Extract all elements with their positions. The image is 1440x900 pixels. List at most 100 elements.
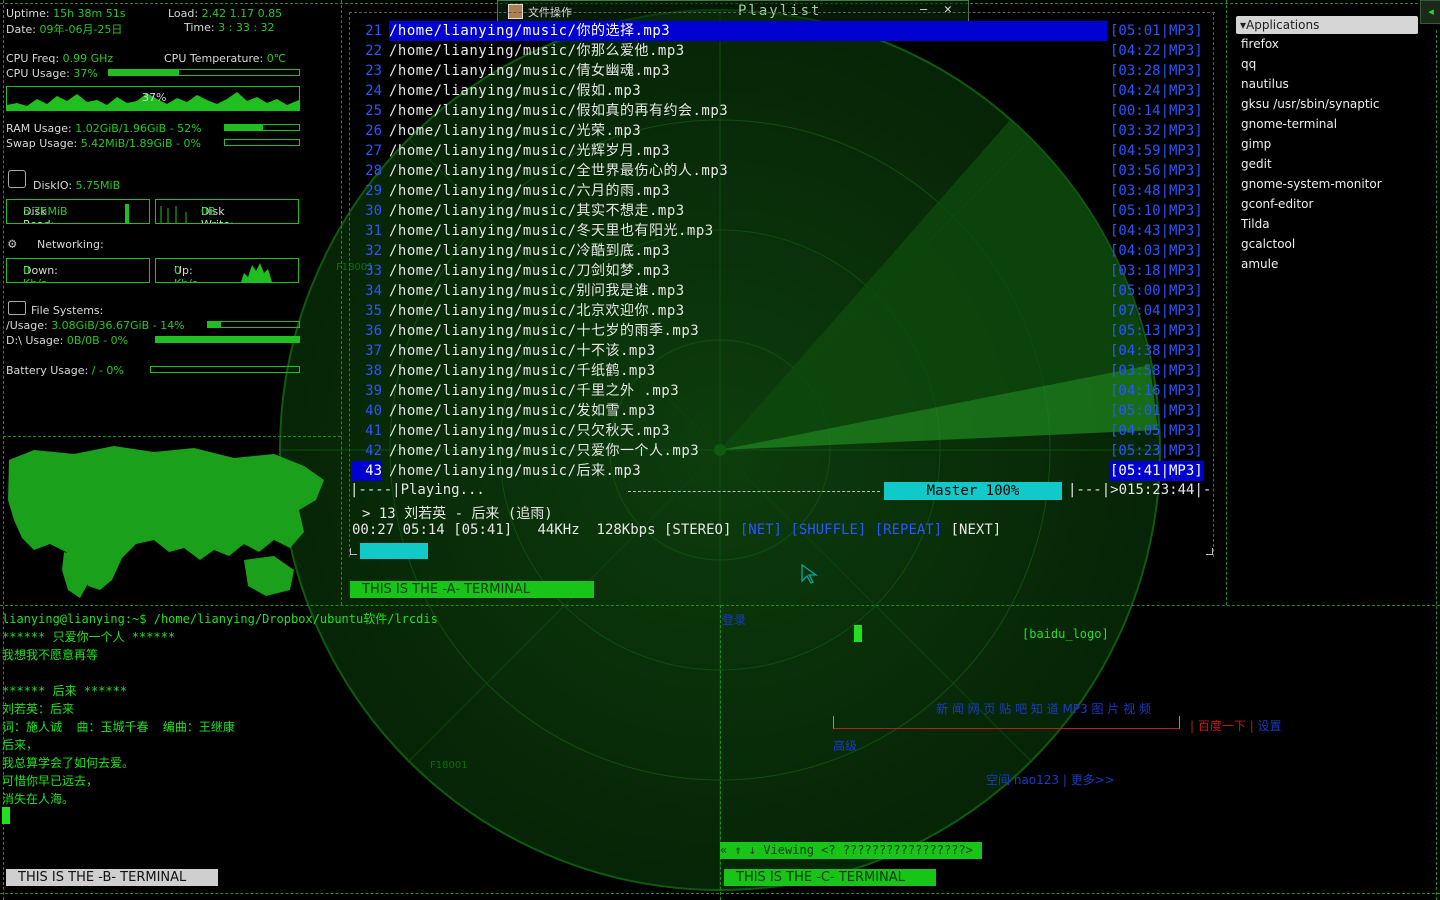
playlist-row[interactable]: 29/home/lianying/music/六月的雨.mp3 [03:48|MP… <box>352 181 1212 201</box>
terminal-line: lianying@lianying:~$ /home/lianying/Drop… <box>2 612 438 626</box>
playlist-row[interactable]: 27/home/lianying/music/光辉岁月.mp3 [04:59|MP… <box>352 141 1212 161</box>
app-menu-item[interactable]: gedit <box>1236 154 1418 174</box>
playlist-row[interactable]: 34/home/lianying/music/别问我是谁.mp3 [05:00|M… <box>352 281 1212 301</box>
app-menu-item[interactable]: qq <box>1236 54 1418 74</box>
app-menu-item[interactable]: gconf-editor <box>1236 194 1418 214</box>
playlist-row[interactable]: 31/home/lianying/music/冬天里也有阳光.mp3 [04:43… <box>352 221 1212 241</box>
diskio-label: DiskIO: <box>33 179 73 192</box>
terminal-line: ****** 后来 ****** <box>2 684 128 698</box>
track-path: /home/lianying/music/光荣.mp3 <box>389 123 642 139</box>
minimize-button[interactable]: — <box>920 2 927 16</box>
playlist-row[interactable]: 38/home/lianying/music/千纸鹤.mp3 [03:58|MP3… <box>352 361 1212 381</box>
terminal-line: 后来， <box>2 738 39 752</box>
track-duration: [05:13|MP3] <box>1110 323 1203 339</box>
app-menu-item[interactable]: gksu /usr/sbin/synaptic <box>1236 94 1418 114</box>
hard-disk-icon <box>8 170 26 188</box>
load-label: Load: <box>168 7 199 20</box>
track-path: /home/lianying/music/北京欢迎你.mp3 <box>389 303 685 319</box>
playlist-row[interactable]: 30/home/lianying/music/其实不想走.mp3 [05:10|M… <box>352 201 1212 221</box>
repeat-toggle[interactable]: [REPEAT] <box>875 522 942 538</box>
app-menu-item[interactable]: amule <box>1236 254 1418 274</box>
search-button[interactable]: 百度一下 <box>1198 719 1246 733</box>
more-link[interactable]: 更多>> <box>1071 773 1115 787</box>
playlist-row[interactable]: 26/home/lianying/music/光荣.mp3 [03:32|MP3] <box>352 121 1212 141</box>
d-usage-value: 0B/0B - 0% <box>66 334 129 347</box>
track-duration: [05:10|MP3] <box>1110 203 1203 219</box>
load-row: Load: 2.42 1.17 0.85 <box>168 7 282 20</box>
terminal-b-output[interactable]: lianying@lianying:~$ /home/lianying/Drop… <box>2 610 438 808</box>
cpu-temp-value: 0℃ <box>266 52 287 65</box>
swap-label: Swap Usage: <box>6 137 78 150</box>
viewing-status-bar: « ↑ ↓ Viewing <? ?????????????????> <box>720 842 982 859</box>
app-menu-item[interactable]: Tilda <box>1236 214 1418 234</box>
swap-usage-bar <box>224 139 300 146</box>
close-button[interactable]: ✕ <box>944 2 952 17</box>
track-number: 28 <box>365 163 382 179</box>
date-label: Date: <box>6 23 36 36</box>
playlist-row[interactable]: 28/home/lianying/music/全世界最伤心的人.mp3 [03:5… <box>352 161 1212 181</box>
playlist-row[interactable]: 35/home/lianying/music/北京欢迎你.mp3 [07:04|M… <box>352 301 1212 321</box>
track-duration: [03:18|MP3] <box>1110 263 1203 279</box>
track-number: 24 <box>365 83 382 99</box>
date-row: Date: 09年-06月-25日 <box>6 21 122 37</box>
panel-toggle-button[interactable]: ◂ <box>1420 0 1440 24</box>
playlist-row[interactable]: 41/home/lianying/music/只欠秋天.mp3 [04:05|MP… <box>352 421 1212 441</box>
window-title: Playlist <box>738 3 822 19</box>
track-number: 40 <box>365 403 382 419</box>
track-duration: [04:24|MP3] <box>1110 83 1203 99</box>
search-input[interactable] <box>833 716 1180 729</box>
track-path: /home/lianying/music/十不该.mp3 <box>389 343 656 359</box>
track-duration: [04:05|MP3] <box>1110 423 1203 439</box>
app-menu-item[interactable]: gcalctool <box>1236 234 1418 254</box>
playlist-row[interactable]: 39/home/lianying/music/千里之外 .mp3 [04:16|M… <box>352 381 1212 401</box>
advanced-search-link[interactable]: 高级 <box>833 737 857 754</box>
app-menu-item[interactable]: nautilus <box>1236 74 1418 94</box>
cpu-usage-row: CPU Usage: 37% <box>6 67 98 80</box>
volume-mixer[interactable]: Master 100% <box>884 482 1062 500</box>
playlist-row[interactable]: 37/home/lianying/music/十不该.mp3 [04:38|MP3… <box>352 341 1212 361</box>
app-menu-item[interactable]: gnome-terminal <box>1236 114 1418 134</box>
playlist-row[interactable]: 42/home/lianying/music/只爱你一个人.mp3 [05:23|… <box>352 441 1212 461</box>
track-number: 25 <box>365 103 382 119</box>
net-flag[interactable]: [NET] <box>740 522 782 538</box>
playlist-row[interactable]: 36/home/lianying/music/十七岁的雨季.mp3 [05:13|… <box>352 321 1212 341</box>
hao123-link[interactable]: hao123 <box>1014 773 1059 787</box>
app-menu-item[interactable]: gnome-system-monitor <box>1236 174 1418 194</box>
baidu-nav-links[interactable]: 新 闻 网 页 贴 吧 知 道 MP3 图 片 视 频 <box>936 700 1151 717</box>
space-link[interactable]: 空间 <box>986 773 1010 787</box>
track-number: 32 <box>365 243 382 259</box>
track-path: /home/lianying/music/只爱你一个人.mp3 <box>389 443 700 459</box>
ram-usage-bar <box>224 124 300 131</box>
playback-progress[interactable] <box>360 543 1212 559</box>
applications-menu: ▾Applications firefox qq nautilus gksu /usr… <box>1236 16 1418 274</box>
playlist-row[interactable]: 43/home/lianying/music/后来.mp3 [05:41|MP3] <box>352 461 1212 481</box>
login-link[interactable]: 登录 <box>722 611 746 628</box>
d-usage-label: D:\ Usage: <box>6 334 64 347</box>
next-flag[interactable]: [NEXT] <box>951 522 1002 538</box>
swap-value: 5.42MiB/1.89GiB - 0% <box>80 137 202 150</box>
playlist-row[interactable]: 24/home/lianying/music/假如.mp3 [04:24|MP3] <box>352 81 1212 101</box>
ram-row: RAM Usage: 1.02GiB/1.96GiB - 52% <box>6 122 202 135</box>
track-number: 38 <box>365 363 382 379</box>
settings-link[interactable]: 设置 <box>1258 719 1282 733</box>
playlist-row[interactable]: 21/home/lianying/music/你的选择.mp3 [05:01|MP… <box>352 21 1212 41</box>
bitrate: 128Kbps <box>596 522 656 538</box>
track-number: 41 <box>365 423 382 439</box>
search-controls: | 百度一下 | 设置 <box>1190 719 1282 733</box>
playlist-row[interactable]: 23/home/lianying/music/倩女幽魂.mp3 [03:28|MP… <box>352 61 1212 81</box>
up-value: 0 Kb/s <box>174 264 198 282</box>
app-menu-item[interactable]: firefox <box>1236 34 1418 54</box>
playlist-row[interactable]: 40/home/lianying/music/发如雪.mp3 [05:01|MP3… <box>352 401 1212 421</box>
playback-status: Playing... <box>400 482 485 498</box>
playlist-row[interactable]: 33/home/lianying/music/刀剑如梦.mp3 [03:18|MP… <box>352 261 1212 281</box>
track-number: 22 <box>365 43 382 59</box>
sample-rate: 44KHz <box>537 522 580 538</box>
applications-header[interactable]: ▾Applications <box>1236 16 1418 34</box>
track-path: /home/lianying/music/千纸鹤.mp3 <box>389 363 656 379</box>
playlist-row[interactable]: 22/home/lianying/music/你那么爱他.mp3 [04:22|M… <box>352 41 1212 61</box>
date-value: 09年-06月-25日 <box>39 23 123 36</box>
playlist-row[interactable]: 32/home/lianying/music/冷酷到底.mp3 [04:03|MP… <box>352 241 1212 261</box>
app-menu-item[interactable]: gimp <box>1236 134 1418 154</box>
playlist-row[interactable]: 25/home/lianying/music/假如真的再有约会.mp3 [00:1… <box>352 101 1212 121</box>
shuffle-toggle[interactable]: [SHUFFLE] <box>790 522 866 538</box>
